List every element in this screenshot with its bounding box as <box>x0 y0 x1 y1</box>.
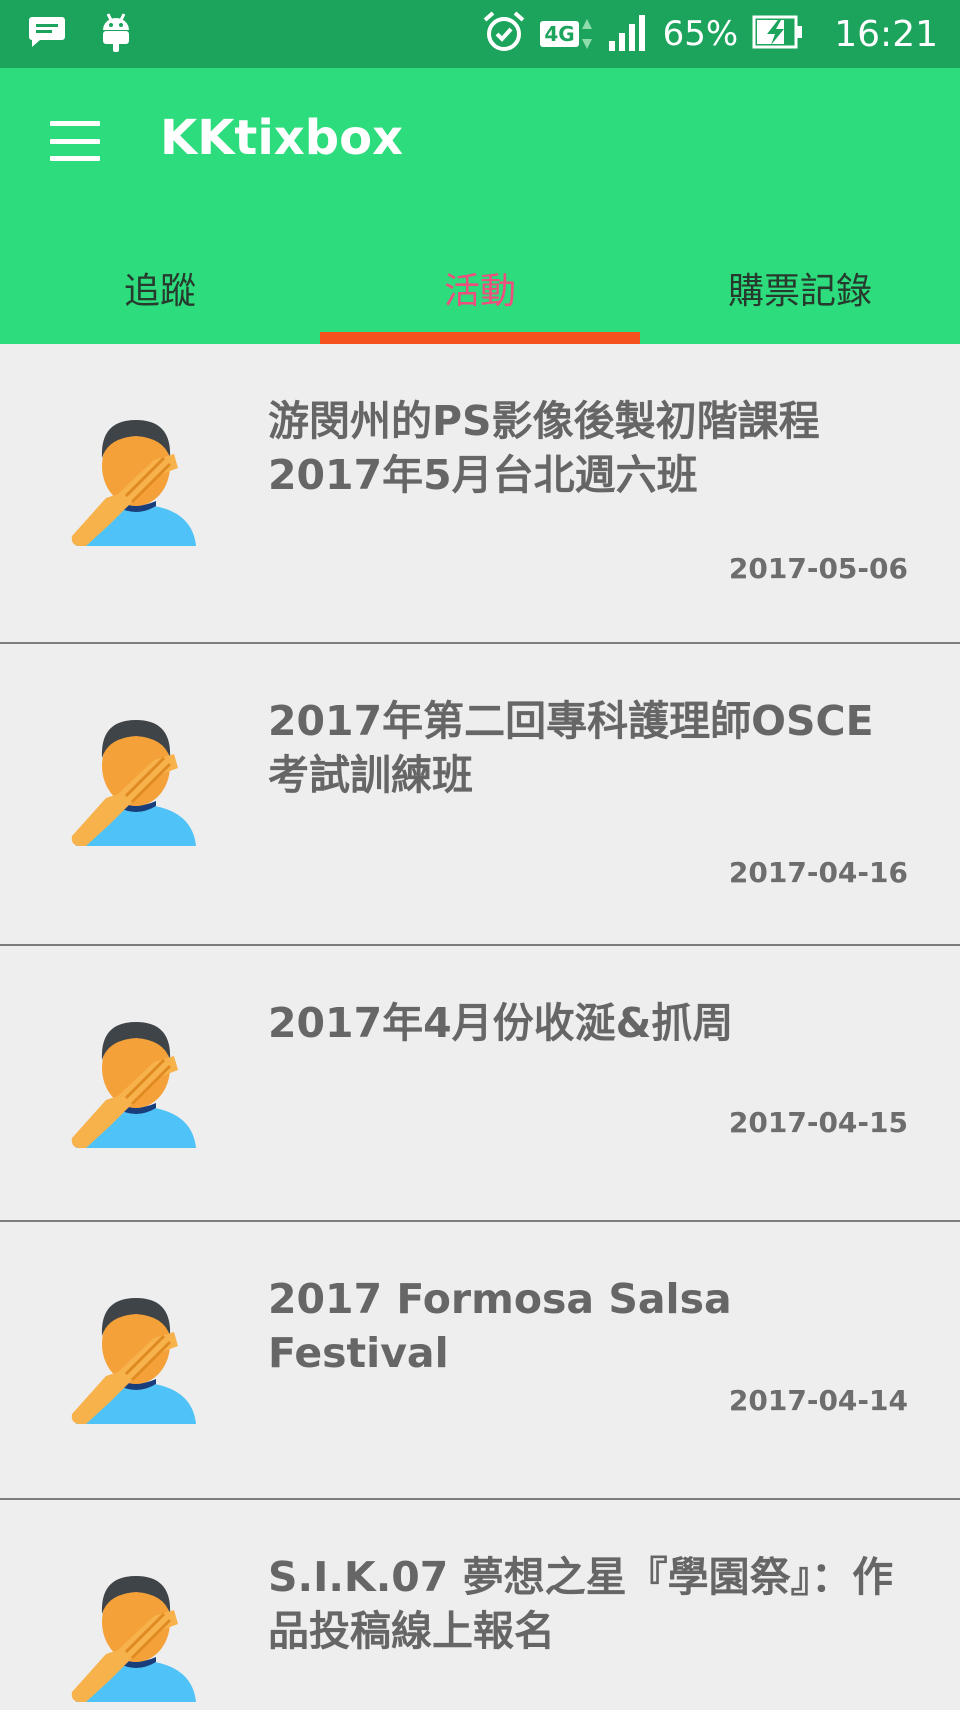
event-date: 2017-04-15 <box>728 1106 908 1139</box>
event-title: 2017年4月份收涎&抓周 <box>268 999 734 1047</box>
facepalm-person-icon <box>66 706 206 847</box>
facepalm-person-icon <box>66 1008 206 1149</box>
event-list: 游閔州的PS影像後製初階課程2017年5月台北週六班 2017-05-06 20… <box>0 344 960 1710</box>
event-date: 2017-04-14 <box>728 1384 908 1417</box>
list-item[interactable]: 2017年4月份收涎&抓周 2017-04-15 <box>0 946 960 1222</box>
tab-label: 活動 <box>443 271 516 312</box>
tab-purchase-history[interactable]: 購票記錄 <box>640 240 960 344</box>
list-item[interactable]: S.I.K.07 夢想之星『學園祭』：作品投稿線上報名 <box>0 1500 960 1710</box>
event-date: 2017-04-16 <box>728 856 908 889</box>
battery-charging-icon <box>752 14 804 54</box>
android-icon <box>100 12 132 56</box>
lte-4g-icon: 4G <box>540 17 592 51</box>
facepalm-person-icon <box>66 1562 206 1703</box>
clock: 16:21 <box>834 13 938 55</box>
tab-indicator <box>320 332 640 344</box>
event-title: 2017 Formosa Salsa Festival <box>268 1275 732 1377</box>
tab-bar: 追蹤 活動 購票記錄 <box>0 240 960 344</box>
facepalm-person-icon <box>66 406 206 547</box>
signal-icon <box>607 13 649 55</box>
status-bar: 4G 65% 16:21 <box>0 0 960 68</box>
list-item[interactable]: 2017年第二回專科護理師OSCE考試訓練班 2017-04-16 <box>0 644 960 946</box>
list-item[interactable]: 游閔州的PS影像後製初階課程2017年5月台北週六班 2017-05-06 <box>0 344 960 644</box>
tab-following[interactable]: 追蹤 <box>0 240 320 344</box>
alarm-icon <box>482 10 526 58</box>
list-item[interactable]: 2017 Formosa Salsa Festival 2017-04-14 <box>0 1222 960 1500</box>
event-title: S.I.K.07 夢想之星『學園祭』：作品投稿線上報名 <box>268 1553 894 1655</box>
hamburger-menu-icon[interactable] <box>50 121 100 161</box>
tab-events[interactable]: 活動 <box>320 240 640 344</box>
battery-percent: 65% <box>662 14 739 54</box>
chat-icon <box>28 15 66 53</box>
event-date: 2017-05-06 <box>728 552 908 585</box>
event-title: 游閔州的PS影像後製初階課程2017年5月台北週六班 <box>268 397 820 499</box>
event-title: 2017年第二回專科護理師OSCE考試訓練班 <box>268 697 874 799</box>
app-title: KKtixbox <box>160 110 404 166</box>
app-bar: KKtixbox 追蹤 活動 購票記錄 <box>0 68 960 344</box>
facepalm-person-icon <box>66 1284 206 1425</box>
tab-label: 追蹤 <box>123 271 196 312</box>
tab-label: 購票記錄 <box>727 271 872 312</box>
